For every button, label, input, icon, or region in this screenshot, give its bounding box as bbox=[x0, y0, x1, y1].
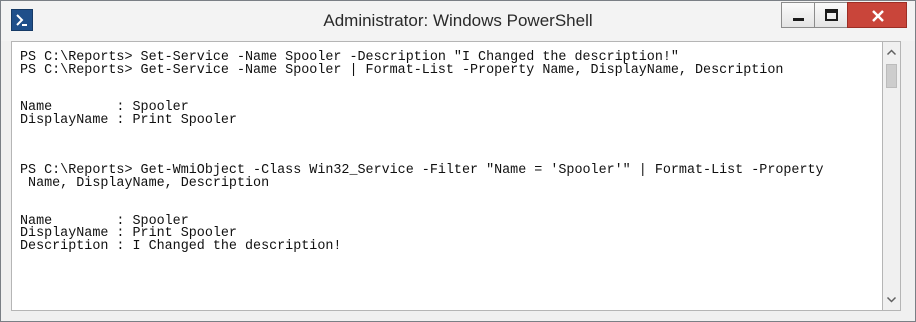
close-button[interactable] bbox=[847, 2, 907, 28]
console-line: Description : I Changed the description! bbox=[20, 238, 342, 254]
console-line: PS C:\Reports> Get-Service -Name Spooler… bbox=[20, 62, 784, 78]
title-bar[interactable]: Administrator: Windows PowerShell bbox=[1, 1, 915, 41]
scroll-thumb[interactable] bbox=[886, 64, 897, 88]
maximize-icon bbox=[825, 9, 838, 21]
scroll-up-button[interactable] bbox=[883, 44, 900, 61]
console-line: DisplayName : Print Spooler bbox=[20, 112, 237, 128]
console-output[interactable]: PS C:\Reports> Set-Service -Name Spooler… bbox=[11, 41, 883, 311]
window-title: Administrator: Windows PowerShell bbox=[323, 11, 593, 30]
console-line: Name, DisplayName, Description bbox=[20, 175, 270, 191]
minimize-icon bbox=[793, 18, 804, 21]
chevron-up-icon bbox=[886, 49, 897, 56]
minimize-button[interactable] bbox=[781, 2, 815, 28]
close-icon bbox=[872, 10, 884, 22]
maximize-button[interactable] bbox=[814, 2, 848, 28]
chevron-down-icon bbox=[886, 296, 897, 303]
scroll-down-button[interactable] bbox=[883, 291, 900, 308]
powershell-window: Administrator: Windows PowerShell PS C:\… bbox=[0, 0, 916, 322]
vertical-scrollbar[interactable] bbox=[883, 41, 901, 311]
console-text: PS C:\Reports> Set-Service -Name Spooler… bbox=[20, 51, 824, 254]
window-controls bbox=[781, 2, 907, 28]
